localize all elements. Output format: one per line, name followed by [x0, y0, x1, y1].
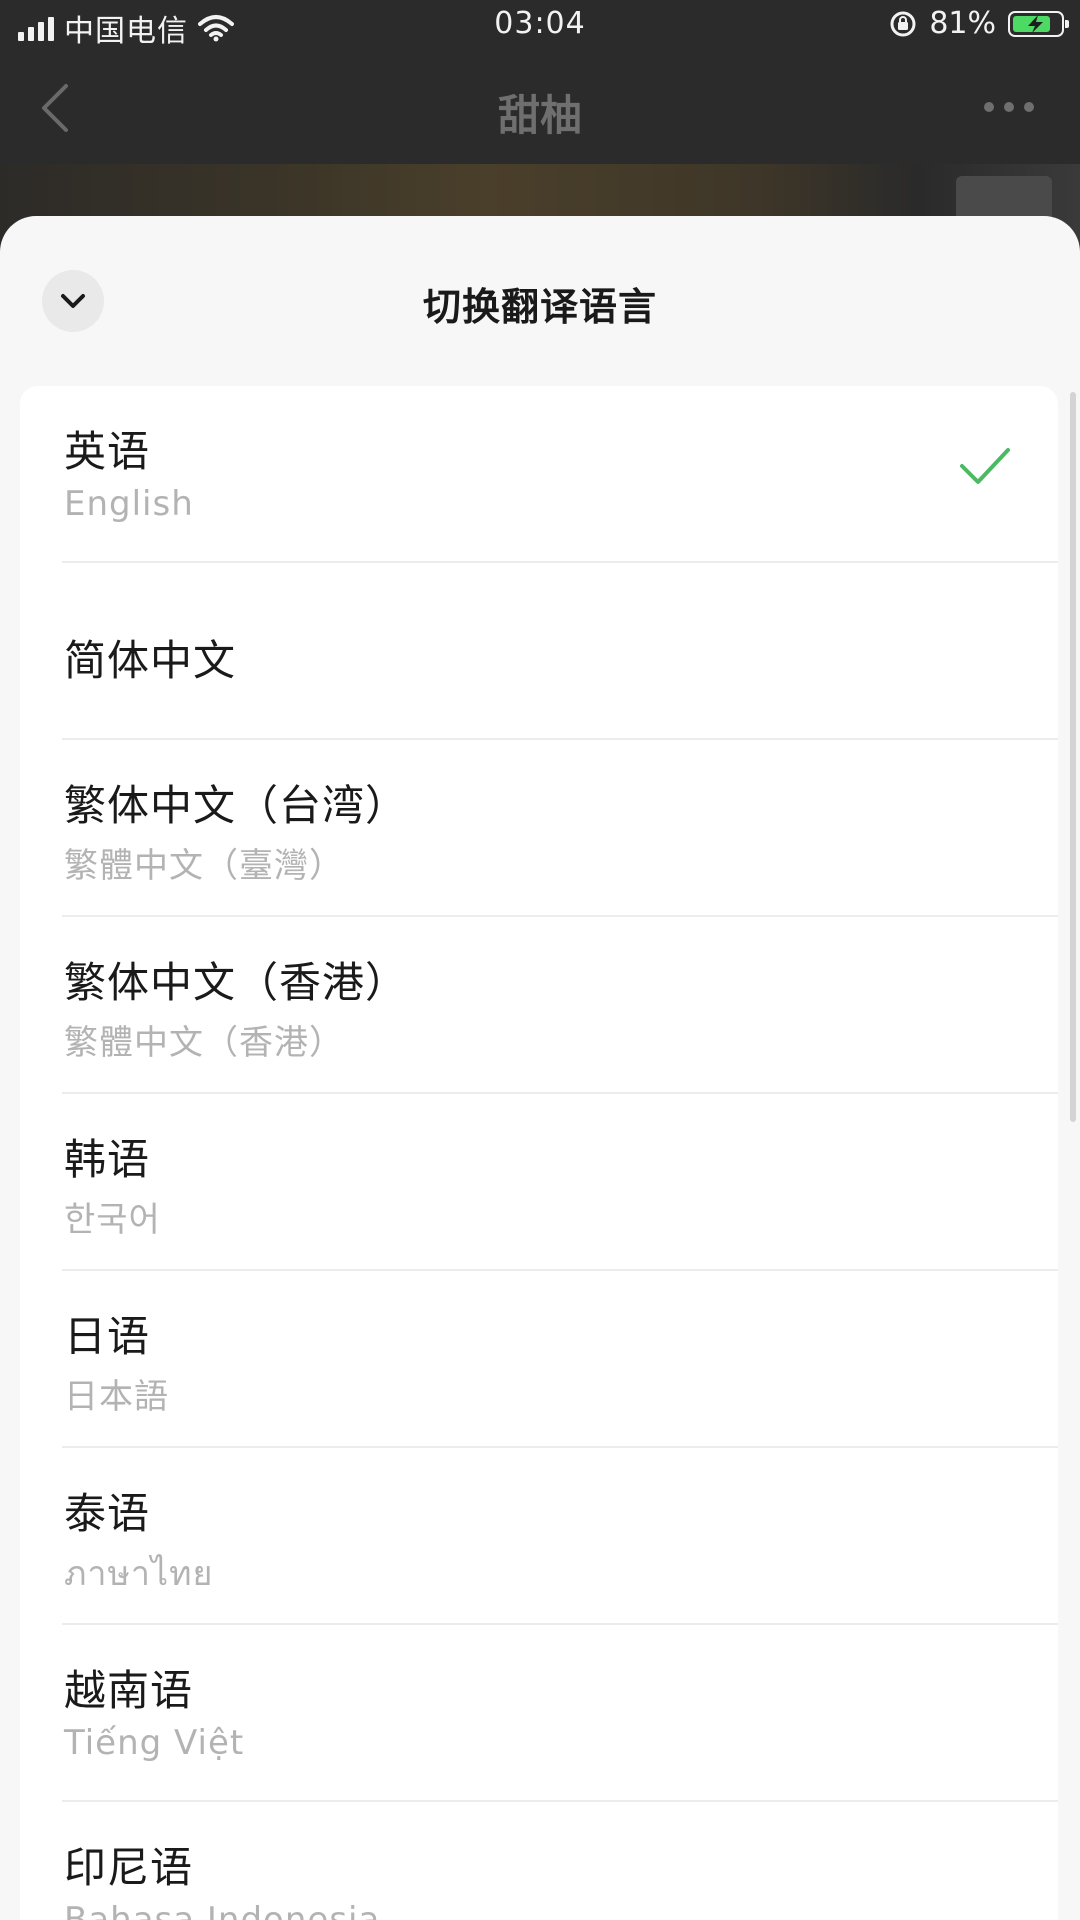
battery-charging-icon — [1008, 10, 1069, 37]
language-native-name: 한국어 — [64, 1200, 161, 1240]
language-list[interactable]: 英语 English 简体中文繁体中文（台湾） 繁體中文（臺灣） 繁体中文（香港） 繁體中… — [20, 386, 1058, 1920]
translate-language-sheet: 切换翻译语言 英语 English 简体中文 繁体中文（台湾） 繁體中文（臺灣） 繁体中文… — [0, 216, 1080, 1920]
language-name: 泰语 — [64, 1489, 151, 1538]
background-title: 甜柚 — [497, 91, 582, 140]
language-name: 简体中文 — [64, 636, 237, 685]
language-item[interactable]: 简体中文 — [20, 563, 1058, 740]
status-bar: 中国电信 03:04 81% — [0, 0, 1080, 54]
language-native-name: 日本語 — [64, 1377, 169, 1417]
language-native-name: English — [64, 484, 194, 524]
battery-nub — [1065, 19, 1069, 28]
more-icon[interactable] — [984, 102, 1034, 112]
language-name: 繁体中文（香港） — [64, 958, 409, 1007]
language-name: 印尼语 — [64, 1843, 194, 1892]
scrollbar[interactable] — [1070, 392, 1076, 1122]
sheet-title: 切换翻译语言 — [422, 285, 657, 329]
language-item[interactable]: 繁体中文（台湾） 繁體中文（臺灣） — [20, 740, 1058, 917]
language-item[interactable]: 泰语 ภาษาไทย — [20, 1448, 1058, 1625]
language-native-name: ภาษาไทย — [64, 1554, 214, 1594]
language-item[interactable]: 越南语 Tiếng Việt — [20, 1625, 1058, 1802]
language-native-name: 繁體中文（香港） — [64, 1023, 344, 1063]
language-name: 繁体中文（台湾） — [64, 781, 409, 830]
language-item[interactable]: 日语 日本語 — [20, 1271, 1058, 1448]
checkmark-icon — [960, 448, 1010, 484]
language-item[interactable]: 英语 English — [20, 386, 1058, 563]
language-name: 日语 — [64, 1312, 151, 1361]
background-header: 甜柚 — [0, 54, 1080, 164]
language-native-name: 繁體中文（臺灣） — [64, 846, 344, 886]
rotation-lock-icon — [890, 11, 916, 36]
status-right: 81% — [889, 6, 1069, 41]
battery-percent: 81% — [929, 6, 996, 41]
language-name: 越南语 — [64, 1666, 194, 1715]
language-name: 韩语 — [64, 1135, 151, 1184]
language-native-name: Bahasa Indonesia — [64, 1900, 381, 1920]
language-item[interactable]: 韩语 한국어 — [20, 1094, 1058, 1271]
charging-bolt-icon — [1028, 14, 1043, 33]
language-item[interactable]: 印尼语 Bahasa Indonesia — [20, 1802, 1058, 1920]
language-name: 英语 — [64, 427, 151, 476]
language-native-name: Tiếng Việt — [64, 1723, 245, 1763]
screen: 中国电信 03:04 81% 甜柚 切换翻译语言 英语 English 简体中文… — [0, 0, 1080, 1920]
sheet-header: 切换翻译语言 — [0, 216, 1080, 386]
language-item[interactable]: 繁体中文（香港） 繁體中文（香港） — [20, 917, 1058, 1094]
